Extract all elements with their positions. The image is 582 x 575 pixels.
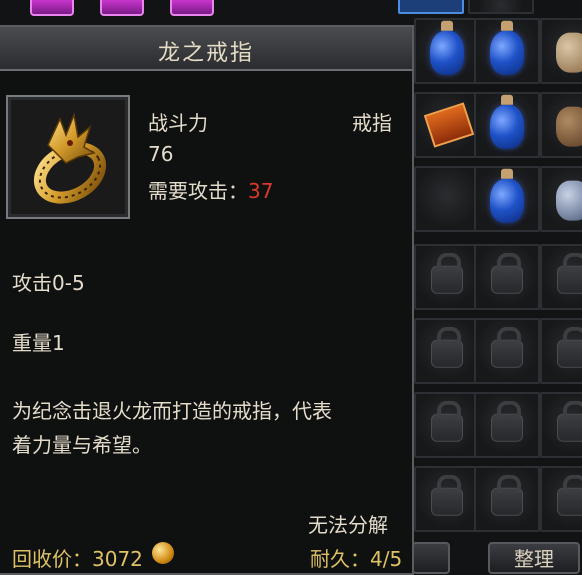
blue-potion-icon: [490, 168, 524, 223]
lock-icon: [491, 474, 523, 516]
jar-icon: [556, 32, 582, 73]
blue-potion-icon: [430, 20, 464, 75]
lock-icon: [557, 326, 582, 368]
inventory-slot[interactable]: [414, 18, 480, 84]
durability-value: 4/5: [370, 547, 403, 571]
blue-potion-icon: [490, 20, 524, 75]
item-tooltip: 龙之戒指 战斗力 戒指 76 需要攻击：37 攻击0-5 重量1 为纪念击退火龙…: [0, 25, 414, 575]
requirement-label: 需要攻击：: [148, 179, 248, 203]
locked-slot[interactable]: [474, 244, 540, 310]
inventory-slot[interactable]: [474, 166, 540, 232]
pink-gem-icon[interactable]: [100, 0, 144, 16]
attack-stat: 攻击0-5: [12, 271, 85, 295]
inventory-slot[interactable]: [540, 18, 582, 84]
lock-icon: [431, 400, 463, 442]
lock-icon: [431, 326, 463, 368]
item-type: 戒指: [352, 111, 392, 135]
inventory-slot[interactable]: [474, 18, 540, 84]
lock-icon: [557, 400, 582, 442]
inventory-slot[interactable]: [414, 92, 480, 158]
dragon-ring-icon: [33, 112, 107, 204]
inventory-action-button[interactable]: [412, 542, 450, 574]
sort-button-label: 整理: [514, 547, 554, 571]
weight-stat: 重量1: [12, 331, 65, 355]
inventory-slot[interactable]: [540, 166, 582, 232]
recycle-price-value: 3072: [92, 547, 143, 571]
item-name: 龙之戒指: [157, 41, 254, 66]
combat-power-label: 战斗力: [148, 111, 208, 135]
locked-slot[interactable]: [414, 244, 480, 310]
durability-label: 耐久：: [310, 547, 370, 571]
inventory-slot[interactable]: [474, 92, 540, 158]
inventory-slot[interactable]: [540, 92, 582, 158]
lock-icon: [491, 326, 523, 368]
pink-gem-icon[interactable]: [30, 0, 74, 16]
locked-slot[interactable]: [414, 318, 480, 384]
sort-button[interactable]: 整理: [488, 542, 580, 574]
description-line-1: 为纪念击退火龙而打造的戒指，代表: [12, 399, 332, 423]
locked-slot[interactable]: [414, 466, 480, 532]
locked-slot[interactable]: [474, 392, 540, 458]
item-icon-frame: [6, 95, 130, 219]
gold-coin-icon: [152, 542, 174, 564]
lock-icon: [557, 474, 582, 516]
requirement-row: 需要攻击：37: [148, 175, 273, 204]
recycle-price-label: 回收价：: [12, 547, 92, 571]
locked-slot[interactable]: [474, 466, 540, 532]
inventory-slot[interactable]: [468, 0, 534, 14]
locked-slot[interactable]: [414, 392, 480, 458]
durability: 耐久：4/5: [310, 543, 402, 572]
selected-slot[interactable]: [398, 0, 464, 14]
tooltip-title-bar: 龙之戒指: [0, 27, 412, 71]
blue-potion-icon: [490, 94, 524, 149]
lock-icon: [491, 400, 523, 442]
requirement-value: 37: [248, 179, 274, 203]
recycle-price: 回收价：3072: [12, 543, 143, 572]
inventory-slot[interactable]: [414, 166, 480, 232]
locked-slot[interactable]: [540, 318, 582, 384]
locked-slot[interactable]: [474, 318, 540, 384]
lock-icon: [491, 252, 523, 294]
pink-gem-icon[interactable]: [170, 0, 214, 16]
locked-slot[interactable]: [540, 392, 582, 458]
description-line-2: 着力量与希望。: [12, 433, 152, 457]
lock-icon: [431, 252, 463, 294]
lock-icon: [557, 252, 582, 294]
locked-slot[interactable]: [540, 244, 582, 310]
lock-icon: [431, 474, 463, 516]
silver-ring-icon: [556, 180, 582, 221]
combat-power-value: 76: [148, 142, 174, 166]
spellbook-icon: [423, 102, 475, 148]
cannot-decompose: 无法分解: [308, 513, 388, 537]
locked-slot[interactable]: [540, 466, 582, 532]
bag-icon: [556, 106, 582, 147]
